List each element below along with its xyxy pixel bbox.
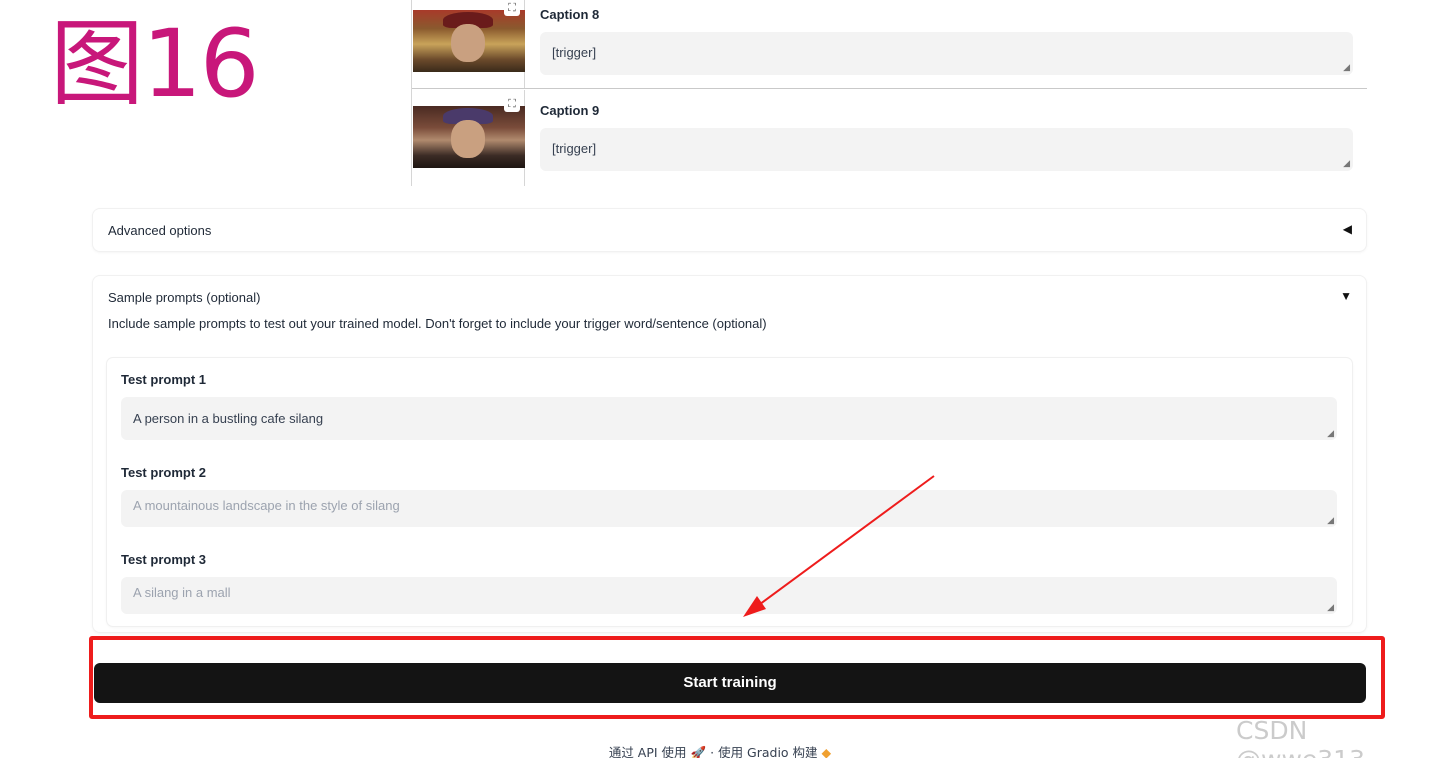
resize-handle-icon[interactable]: ◢ bbox=[1343, 158, 1350, 169]
caption-input[interactable]: [trigger] ◢ bbox=[540, 32, 1353, 75]
collapse-arrow-icon[interactable]: ▼ bbox=[1340, 289, 1352, 303]
test-prompt-input[interactable]: A person in a bustling cafe silang ◢ bbox=[121, 397, 1337, 440]
face-shape bbox=[451, 24, 485, 62]
gradio-link[interactable]: 使用 Gradio 构建 bbox=[718, 745, 818, 758]
test-prompt-value: A person in a bustling cafe silang bbox=[133, 411, 324, 426]
rocket-icon: 🚀 bbox=[690, 745, 707, 758]
test-prompt-placeholder: A silang in a mall bbox=[133, 585, 231, 600]
accordion-title: Advanced options bbox=[108, 223, 212, 238]
gradio-logo-icon: ◆ bbox=[821, 745, 832, 758]
thumbnail-column: ⛶ bbox=[412, 0, 525, 88]
thumbnail-column: ⛶ bbox=[412, 90, 525, 186]
collapse-arrow-icon[interactable]: ◀ bbox=[1343, 222, 1352, 236]
test-prompt-input[interactable]: A silang in a mall ◢ bbox=[121, 577, 1337, 614]
accordion-description: Include sample prompts to test out your … bbox=[108, 316, 767, 331]
watermark: CSDN @wwe313 bbox=[1236, 716, 1365, 758]
footer: 通过 API 使用 🚀 · 使用 Gradio 构建 ◆ bbox=[0, 742, 1440, 758]
expand-icon[interactable]: ⛶ bbox=[504, 0, 520, 16]
test-prompt-input[interactable]: A mountainous landscape in the style of … bbox=[121, 490, 1337, 527]
test-prompt-label: Test prompt 3 bbox=[121, 552, 206, 567]
caption-label: Caption 8 bbox=[540, 7, 600, 22]
test-prompt-label: Test prompt 1 bbox=[121, 372, 206, 387]
image-thumbnail[interactable] bbox=[413, 10, 525, 72]
resize-handle-icon[interactable]: ◢ bbox=[1343, 62, 1350, 73]
resize-handle-icon[interactable]: ◢ bbox=[1327, 429, 1334, 438]
advanced-options-accordion[interactable]: Advanced options ◀ bbox=[93, 209, 1366, 251]
test-prompt-placeholder: A mountainous landscape in the style of … bbox=[133, 498, 400, 513]
image-thumbnail[interactable] bbox=[413, 106, 525, 168]
api-link[interactable]: 通过 API 使用 bbox=[609, 745, 687, 758]
caption-row-9: ⛶ Caption 9 [trigger] ◢ bbox=[412, 90, 1367, 186]
caption-value: [trigger] bbox=[552, 141, 597, 156]
figure-label: 图16 bbox=[50, 10, 260, 119]
footer-separator: · bbox=[710, 745, 715, 758]
caption-row-8: ⛶ Caption 8 [trigger] ◢ bbox=[412, 0, 1367, 89]
caption-label: Caption 9 bbox=[540, 103, 600, 118]
expand-icon[interactable]: ⛶ bbox=[504, 96, 520, 112]
sample-prompts-accordion: Sample prompts (optional) ▼ Include samp… bbox=[93, 276, 1366, 632]
caption-input[interactable]: [trigger] ◢ bbox=[540, 128, 1353, 171]
caption-gallery: ⛶ Caption 8 [trigger] ◢ ⛶ Caption 9 [tri… bbox=[411, 0, 1367, 186]
resize-handle-icon[interactable]: ◢ bbox=[1327, 516, 1334, 525]
annotation-highlight-box bbox=[89, 636, 1385, 719]
caption-value: [trigger] bbox=[552, 45, 597, 60]
accordion-title[interactable]: Sample prompts (optional) bbox=[108, 290, 260, 305]
test-prompt-label: Test prompt 2 bbox=[121, 465, 206, 480]
face-shape bbox=[451, 120, 485, 158]
test-prompts-group: Test prompt 1 A person in a bustling caf… bbox=[107, 358, 1352, 626]
resize-handle-icon[interactable]: ◢ bbox=[1327, 603, 1334, 612]
